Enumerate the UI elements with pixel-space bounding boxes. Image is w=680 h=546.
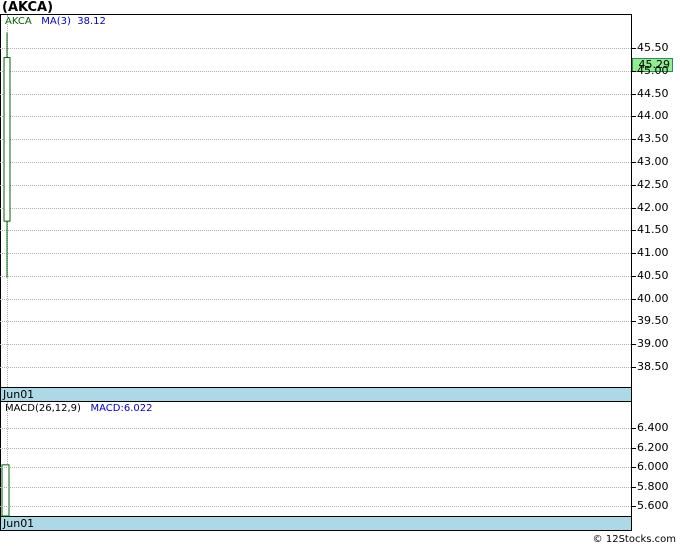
macd-axis-label: 5.600 xyxy=(637,499,669,512)
macd-axis-tick xyxy=(632,467,636,468)
macd-axis-label: 6.200 xyxy=(637,441,669,454)
macd-axis-label: 6.400 xyxy=(637,421,669,434)
macd-gridline xyxy=(0,487,631,488)
macd-gridline xyxy=(0,428,631,429)
macd-gridline xyxy=(0,467,631,468)
macd-axis-tick xyxy=(632,428,636,429)
macd-axis-tick xyxy=(632,487,636,488)
macd-gridline xyxy=(0,506,631,507)
chart-svg xyxy=(1,32,11,517)
macd-axis-label: 5.800 xyxy=(637,480,669,493)
macd-axis-tick xyxy=(632,506,636,507)
macd-gridline xyxy=(0,448,631,449)
candle-body xyxy=(3,57,11,222)
macd-bar xyxy=(1,464,10,517)
macd-axis-label: 6.000 xyxy=(637,460,669,473)
macd-axis-tick xyxy=(632,448,636,449)
